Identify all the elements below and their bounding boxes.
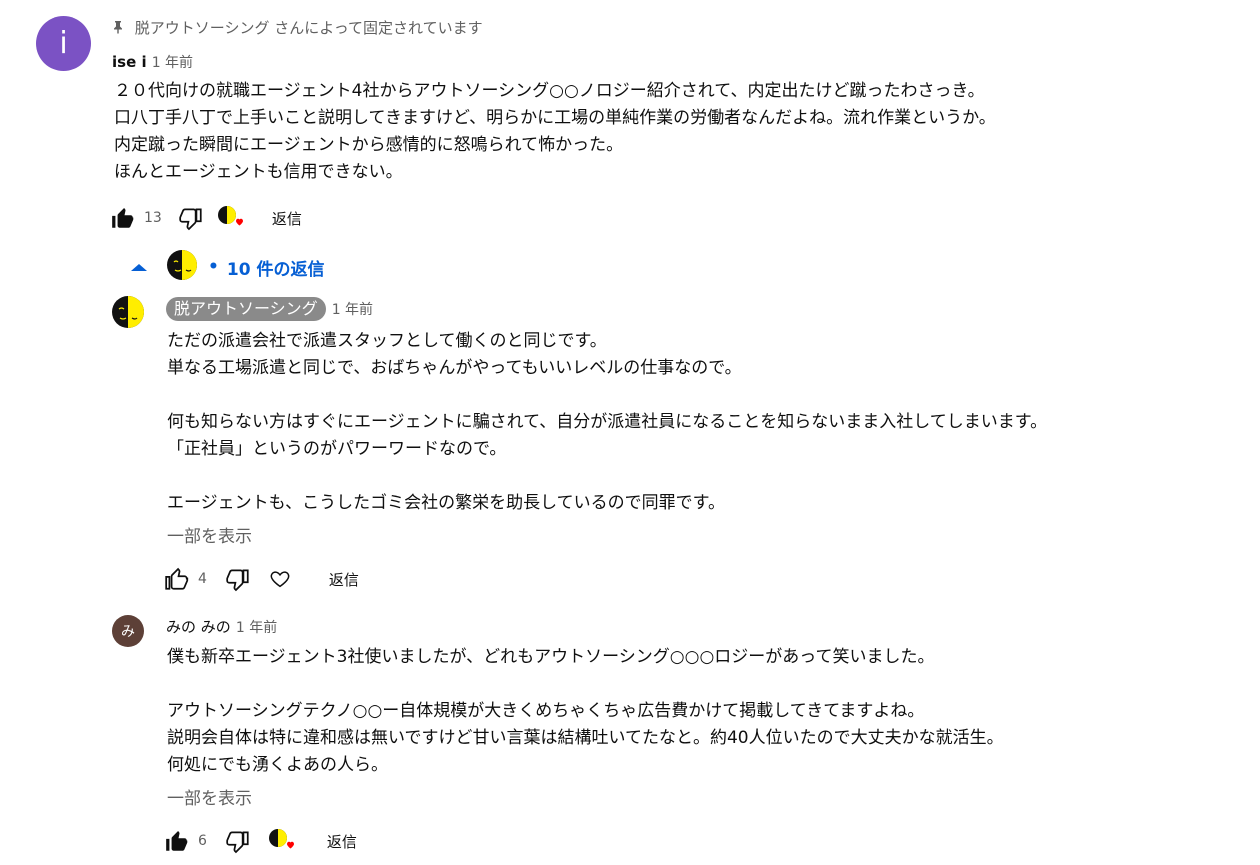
like-count: 13 (144, 210, 162, 226)
top-comment-actions: 13 返信 (110, 204, 302, 232)
top-comment-author[interactable]: ise i (112, 53, 147, 71)
thumb-down-icon (226, 831, 249, 854)
reply-2-author[interactable]: みの みの (166, 618, 231, 636)
reply-1-heart-button[interactable] (269, 568, 291, 590)
reply-2-text: 僕も新卒エージェント3社使いましたが、どれもアウトソーシング○○○ロジーがあって… (167, 647, 1004, 775)
dislike-button[interactable] (178, 205, 204, 231)
thumb-down-icon (226, 569, 249, 592)
reply-1-reply-button[interactable]: 返信 (329, 569, 359, 590)
pin-icon (112, 19, 135, 37)
owner-reply-avatar-small (166, 249, 198, 285)
reply-1-avatar[interactable] (111, 295, 145, 333)
thumb-up-icon (165, 567, 189, 590)
reply-1-like-count: 4 (198, 571, 207, 587)
reply-2-time[interactable]: 1 年前 (236, 620, 277, 636)
like-button[interactable] (110, 205, 136, 231)
reply-1-author-badge[interactable]: 脱アウトソーシング (166, 297, 326, 321)
reply-1-show-more[interactable]: 一部を表示 (167, 522, 252, 547)
top-comment-header: ise i 1 年前 (112, 52, 193, 72)
top-comment-text: ２０代向けの就職エージェント4社からアウトソーシング○○ノロジー紹介されて、内定… (114, 81, 996, 182)
creator-heart-icon (267, 827, 299, 855)
reply-1-dislike-button[interactable] (225, 566, 251, 592)
thumb-down-icon (179, 208, 202, 231)
reply-1-like-button[interactable] (164, 566, 190, 592)
reply-button[interactable]: 返信 (272, 208, 302, 229)
reply-1-actions: 4 返信 (164, 565, 359, 593)
reply-2-reply-button[interactable]: 返信 (327, 831, 357, 852)
reply-2-like-button[interactable] (164, 828, 190, 854)
reply-2-like-count: 6 (198, 833, 207, 849)
reply-2-avatar[interactable]: み (112, 615, 144, 647)
replies-toggle[interactable]: • 10 件の返信 (130, 249, 324, 285)
reply-1-time[interactable]: 1 年前 (332, 299, 373, 319)
pinned-label: 脱アウトソーシング さんによって固定されています (112, 17, 483, 38)
thumb-up-filled-icon (166, 831, 188, 851)
replies-dot: • (208, 257, 219, 277)
reply-1-header: 脱アウトソーシング 1 年前 (166, 297, 373, 321)
reply-2-actions: 6 返信 (164, 827, 357, 855)
reply-1-text: ただの派遣会社で派遣スタッフとして働くのと同じです。 単なる工場派遣と同じで、お… (167, 331, 1048, 513)
thumb-up-filled-icon (112, 208, 134, 228)
reply-2-dislike-button[interactable] (225, 828, 251, 854)
top-comment-avatar[interactable]: i (36, 16, 91, 71)
caret-up-icon (131, 264, 147, 271)
reply-2-header: みの みの 1 年前 (166, 616, 277, 637)
replies-count-label[interactable]: 10 件の返信 (227, 255, 325, 280)
creator-heart-icon (216, 204, 248, 232)
reply-2-show-more[interactable]: 一部を表示 (167, 784, 252, 809)
top-comment-time[interactable]: 1 年前 (152, 55, 193, 71)
heart-outline-icon (270, 571, 290, 588)
